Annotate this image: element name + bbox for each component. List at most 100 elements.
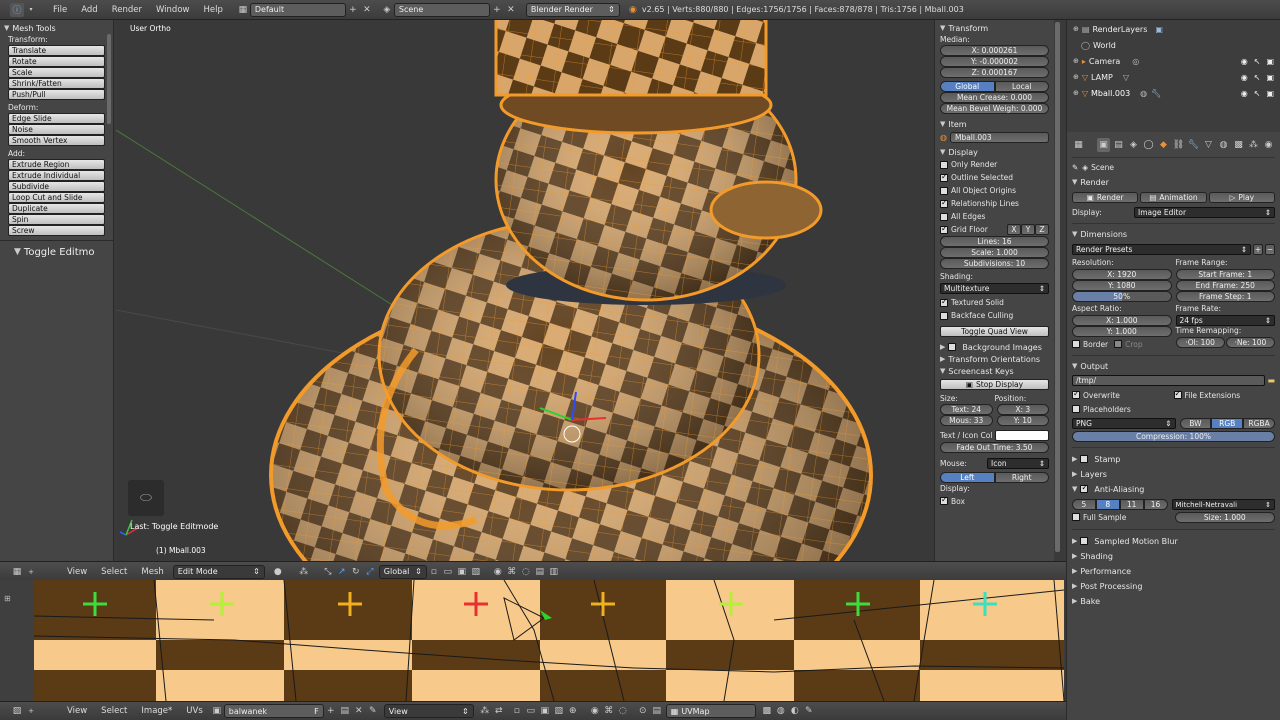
outliner-item-camera[interactable]: ⊕ ▸ Camera ◎ ◉ ↖ ▣: [1067, 53, 1280, 69]
texture-tab-icon[interactable]: ▩: [1232, 138, 1245, 152]
display-panel-header[interactable]: ▼ Display: [940, 146, 1049, 158]
edge-slide-button[interactable]: Edge Slide: [8, 113, 105, 124]
uvmap-field[interactable]: ▦ UVMap: [665, 704, 756, 718]
menu-render[interactable]: Render: [105, 5, 149, 15]
data-tab-icon[interactable]: ▽: [1202, 138, 1215, 152]
render-camera-icon[interactable]: ▣: [1266, 73, 1274, 82]
modifiers-tab-icon[interactable]: 🔧︎: [1187, 138, 1200, 152]
render-anim-icon[interactable]: ▥: [547, 565, 561, 579]
editor-type-icon[interactable]: ▨: [10, 704, 24, 718]
uv-sidebar-expand-icon[interactable]: ⊞: [4, 594, 11, 603]
visibility-eye-icon[interactable]: ◉: [1241, 73, 1248, 82]
material-tab-icon[interactable]: ◍: [1217, 138, 1230, 152]
operator-panel-header[interactable]: ▼ Toggle Editmo: [0, 244, 113, 260]
shading-panel-header[interactable]: ▶ Shading: [1072, 550, 1275, 562]
render-button[interactable]: ▣ Render: [1072, 192, 1139, 203]
menu-uvs[interactable]: UVs: [179, 706, 209, 716]
pin-icon[interactable]: ✎: [1072, 163, 1078, 172]
add-image-icon[interactable]: +: [324, 704, 338, 718]
resolution-x-field[interactable]: X: 1920: [1072, 269, 1172, 280]
remove-scene-icon[interactable]: ✕: [504, 3, 518, 17]
end-frame-field[interactable]: End Frame: 250: [1175, 280, 1275, 291]
constraints-tab-icon[interactable]: ⛓︎: [1172, 138, 1185, 152]
item-panel-header[interactable]: ▼ Item: [940, 118, 1049, 130]
motion-blur-panel-header[interactable]: ▶ Sampled Motion Blur: [1072, 535, 1275, 547]
viewport-canvas[interactable]: [116, 20, 934, 561]
aa-level-8[interactable]: 8: [1095, 499, 1120, 510]
outliner-item-renderlayers[interactable]: ⊕ ▤ RenderLayers ▣: [1067, 21, 1280, 37]
image-browse-icon[interactable]: ▣: [210, 704, 224, 718]
post-processing-panel-header[interactable]: ▶ Post Processing: [1072, 580, 1275, 592]
mean-crease-field[interactable]: Mean Crease: 0.000: [940, 92, 1049, 103]
dimensions-panel-header[interactable]: ▼ Dimensions: [1072, 228, 1275, 240]
pos-x-field[interactable]: X: 3: [996, 404, 1049, 415]
overwrite-checkbox[interactable]: Overwrite: [1072, 389, 1174, 400]
display-select[interactable]: Image Editor ⇕: [1134, 206, 1275, 218]
background-images-header[interactable]: ▶ Background Images: [940, 341, 1049, 353]
outliner-item-world[interactable]: ◯ World: [1067, 37, 1280, 53]
scale-manipulator-icon[interactable]: ⤢: [363, 565, 377, 579]
render-layers-tab-icon[interactable]: ▤: [1112, 138, 1125, 152]
textured-solid-checkbox[interactable]: Textured Solid: [940, 296, 1049, 309]
aa-level-5[interactable]: 5: [1072, 499, 1096, 510]
screencast-keys-header[interactable]: ▼ Screencast Keys: [940, 365, 1049, 377]
3d-viewport[interactable]: User Ortho ⬭ Last: Toggle Editmode (1) M…: [116, 20, 934, 561]
edge-select-icon[interactable]: ▭: [441, 565, 455, 579]
compression-slider[interactable]: Compression: 100%: [1072, 431, 1275, 442]
outliner-item-mball[interactable]: ⊕ ▽ Mball.003 ◍ 🔧︎ ◉ ↖ ▣: [1067, 85, 1280, 101]
rgb-toggle[interactable]: RGB: [1211, 418, 1244, 429]
screw-button[interactable]: Screw: [8, 225, 105, 236]
edge-select-icon[interactable]: ▭: [524, 704, 538, 718]
global-toggle[interactable]: Global: [940, 81, 995, 92]
aspect-x-field[interactable]: X: 1.000: [1072, 315, 1172, 326]
left-toggle[interactable]: Left: [940, 472, 995, 483]
render-presets-select[interactable]: Render Presets ⇕: [1072, 244, 1251, 255]
all-edges-checkbox[interactable]: All Edges: [940, 210, 1049, 223]
proportional-edit-icon[interactable]: ◉: [491, 565, 505, 579]
render-camera-icon[interactable]: ▣: [1266, 89, 1274, 98]
pin-icon[interactable]: ✎: [802, 704, 816, 718]
scene-field[interactable]: Scene: [393, 2, 490, 17]
start-frame-field[interactable]: Start Frame: 1: [1175, 269, 1275, 280]
rotate-button[interactable]: Rotate: [8, 56, 105, 67]
translate-button[interactable]: Translate: [8, 45, 105, 56]
folder-icon[interactable]: ▬: [1267, 376, 1275, 385]
pos-y-field[interactable]: Y: 10: [996, 415, 1049, 426]
item-name-field[interactable]: Mball.003: [949, 132, 1049, 143]
outliner-item-lamp[interactable]: ⊕ ▽ LAMP ▽ ◉ ↖ ▣: [1067, 69, 1280, 85]
frame-step-field[interactable]: Frame Step: 1: [1175, 291, 1275, 302]
icon-color-swatch[interactable]: [995, 429, 1049, 441]
placeholders-checkbox[interactable]: Placeholders: [1072, 402, 1275, 416]
aa-level-11[interactable]: 11: [1119, 499, 1144, 510]
grid-y-toggle[interactable]: Y: [1021, 224, 1035, 235]
display-mode-icon[interactable]: ▩: [760, 704, 774, 718]
resolution-percent-slider[interactable]: 50%: [1072, 291, 1172, 302]
text-size-field[interactable]: Text: 24: [940, 404, 993, 415]
unlink-image-icon[interactable]: ✕: [352, 704, 366, 718]
noise-button[interactable]: Noise: [8, 124, 105, 135]
orientation-select[interactable]: Global ⇕: [378, 564, 427, 579]
grid-z-toggle[interactable]: Z: [1035, 224, 1049, 235]
render-icon[interactable]: ▤: [533, 565, 547, 579]
fade-out-field[interactable]: Fade Out Time: 3.50: [940, 442, 1049, 453]
output-path-field[interactable]: /tmp/: [1072, 375, 1266, 386]
header-collapse-icon[interactable]: +: [24, 704, 38, 718]
editor-type-icon[interactable]: ▦: [1072, 138, 1085, 152]
add-scene-icon[interactable]: +: [490, 3, 504, 17]
selectable-arrow-icon[interactable]: ↖: [1254, 89, 1261, 98]
uv-mapping-icon[interactable]: ▤: [650, 704, 664, 718]
scale-button[interactable]: Scale: [8, 67, 105, 78]
mode-select[interactable]: Edit Mode ⇕: [172, 564, 265, 579]
menu-select[interactable]: Select: [94, 706, 134, 716]
frame-rate-select[interactable]: 24 fps ⇕: [1175, 315, 1275, 326]
channel-icon[interactable]: ◍: [774, 704, 788, 718]
bake-panel-header[interactable]: ▶ Bake: [1072, 595, 1275, 607]
viewport-shading-icon[interactable]: ●: [271, 565, 285, 579]
stop-display-button[interactable]: ▣ Stop Display: [940, 379, 1049, 390]
remove-screen-icon[interactable]: ✕: [360, 3, 374, 17]
backface-culling-checkbox[interactable]: Backface Culling: [940, 309, 1049, 322]
menu-view[interactable]: View: [60, 706, 94, 716]
menu-view[interactable]: View: [60, 567, 94, 577]
island-select-icon[interactable]: ▧: [552, 704, 566, 718]
editor-type-dropdown-icon[interactable]: ▾: [24, 3, 38, 17]
